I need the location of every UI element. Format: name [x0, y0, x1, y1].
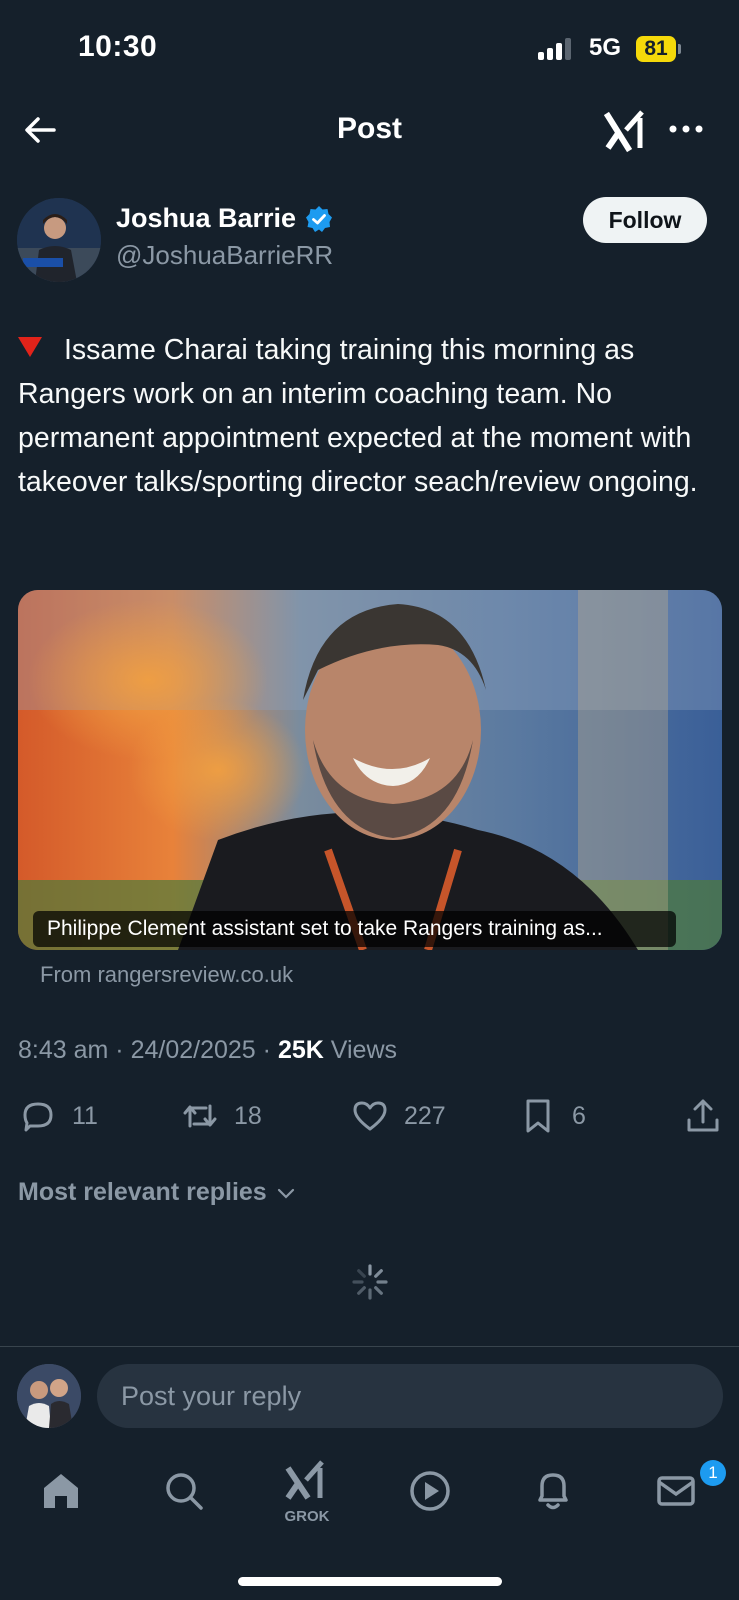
author-avatar[interactable] — [17, 198, 101, 282]
my-avatar[interactable] — [17, 1364, 81, 1428]
red-down-triangle-icon — [18, 337, 42, 357]
link-card-image[interactable] — [18, 590, 722, 950]
search-icon[interactable] — [159, 1466, 209, 1516]
chevron-down-icon — [277, 1188, 294, 1199]
video-icon[interactable] — [405, 1466, 455, 1516]
mail-icon[interactable] — [651, 1466, 701, 1516]
divider — [0, 1346, 739, 1347]
signal-icon — [538, 38, 578, 60]
battery-icon: 81 — [636, 36, 676, 62]
network-type: 5G — [589, 34, 622, 61]
views-count[interactable]: 25K — [278, 1036, 324, 1064]
heart-icon — [353, 1101, 387, 1131]
tweet-text: Issame Charai taking training this morni… — [18, 328, 724, 504]
replies-sort-dropdown[interactable]: Most relevant replies — [18, 1178, 297, 1207]
like-button[interactable]: 227 — [350, 1094, 446, 1138]
share-button[interactable] — [683, 1094, 737, 1138]
views-label: Views — [330, 1036, 398, 1064]
repost-button[interactable]: 18 — [180, 1094, 262, 1138]
repost-count: 18 — [234, 1101, 262, 1130]
status-time: 10:30 — [78, 30, 158, 63]
link-card-caption[interactable]: Philippe Clement assistant set to take R… — [33, 911, 676, 947]
bookmark-icon — [526, 1099, 550, 1133]
follow-button[interactable]: Follow — [583, 197, 707, 243]
reply-icon — [23, 1102, 53, 1132]
battery-tip — [678, 44, 681, 54]
grok-tab-label: GROK — [284, 1508, 330, 1525]
reply-button[interactable]: 11 — [18, 1094, 98, 1138]
reply-count: 11 — [72, 1101, 98, 1130]
verified-badge-icon — [305, 205, 333, 233]
author-handle[interactable]: @JoshuaBarrieRR — [116, 240, 333, 271]
home-icon[interactable] — [36, 1466, 86, 1516]
grok-icon[interactable] — [282, 1456, 332, 1506]
home-indicator[interactable] — [238, 1577, 502, 1586]
reply-input[interactable] — [97, 1364, 723, 1428]
repost-icon — [183, 1104, 217, 1128]
bookmark-count: 6 — [572, 1101, 586, 1130]
bookmark-button[interactable]: 6 — [518, 1094, 586, 1138]
like-count: 227 — [404, 1101, 446, 1130]
tweet-date: 24/02/2025 — [130, 1036, 256, 1064]
link-card-source[interactable]: From rangersreview.co.uk — [40, 962, 293, 988]
more-options-icon[interactable] — [666, 112, 706, 152]
tweet-body: Issame Charai taking training this morni… — [18, 334, 698, 498]
messages-badge: 1 — [700, 1460, 726, 1486]
tweet-meta: 8:43 am · 24/02/2025 · 25K Views — [18, 1036, 398, 1064]
loading-spinner-icon — [350, 1262, 390, 1302]
grok-logo-icon[interactable] — [603, 108, 650, 154]
bell-icon[interactable] — [528, 1466, 578, 1516]
replies-sort-label: Most relevant replies — [18, 1178, 267, 1206]
share-icon — [687, 1099, 719, 1132]
author-name[interactable]: Joshua Barrie — [116, 203, 296, 234]
tweet-time: 8:43 am — [18, 1036, 109, 1064]
